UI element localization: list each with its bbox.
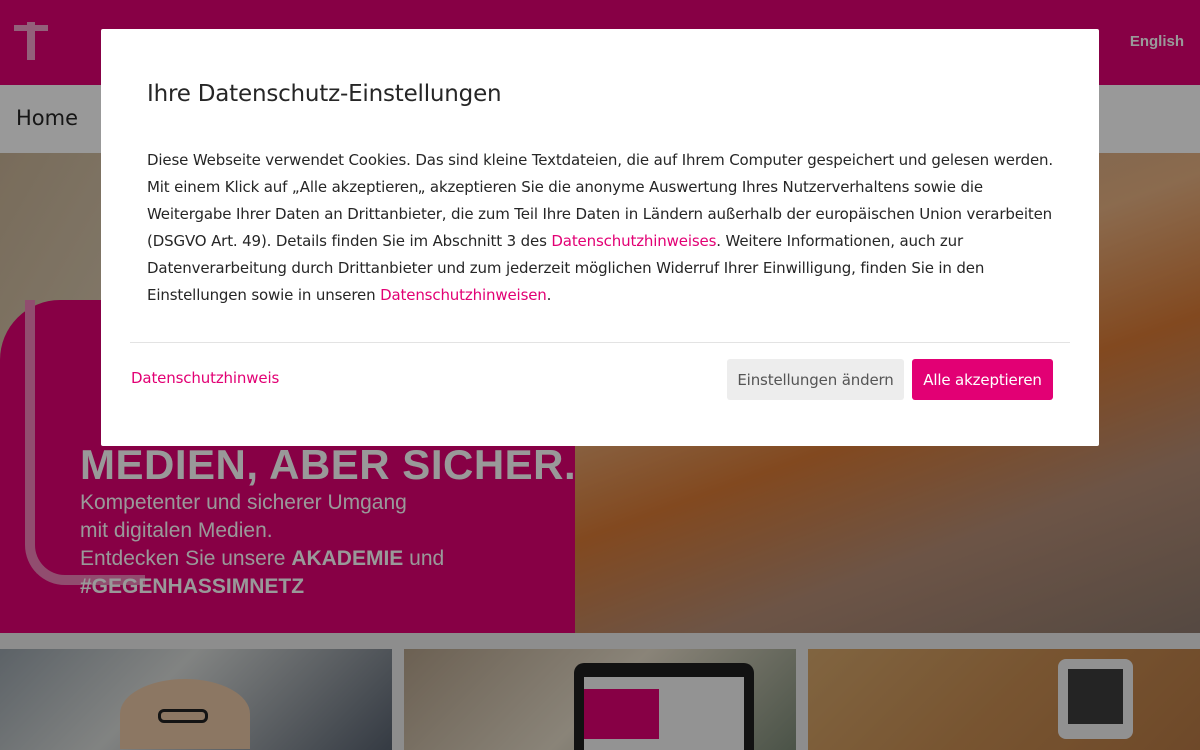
dialog-title: Ihre Datenschutz-Einstellungen <box>147 81 502 107</box>
privacy-notices-link-inline[interactable]: Datenschutzhinweisen <box>380 286 547 304</box>
body-text-part3: . <box>546 286 552 304</box>
cookie-consent-dialog: Ihre Datenschutz-Einstellungen Diese Web… <box>101 29 1099 446</box>
change-settings-button[interactable]: Einstellungen ändern <box>727 359 904 400</box>
dialog-divider <box>130 342 1070 343</box>
privacy-notice-link[interactable]: Datenschutzhinweis <box>131 369 279 387</box>
accept-all-button[interactable]: Alle akzeptieren <box>912 359 1053 400</box>
dialog-body-text: Diese Webseite verwendet Cookies. Das si… <box>147 147 1067 309</box>
privacy-notice-link-inline[interactable]: Datenschutzhinweises <box>551 232 716 250</box>
